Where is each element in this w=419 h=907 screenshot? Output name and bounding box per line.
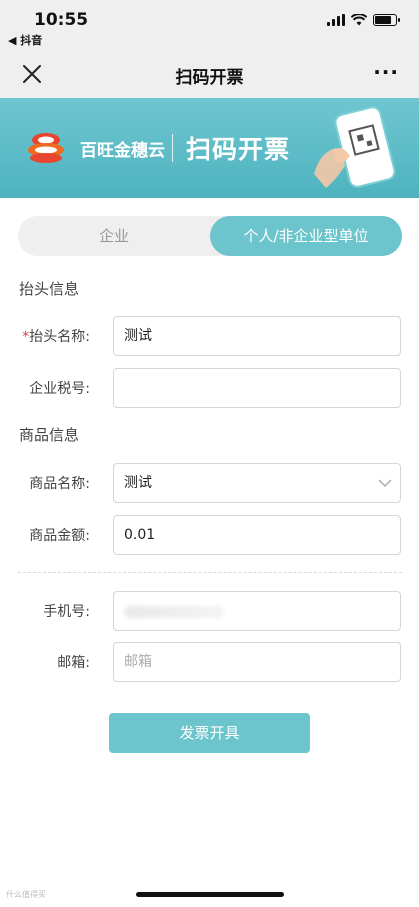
goods-name-label: 商品名称: (29, 476, 90, 492)
invoice-title-input[interactable]: 测试 (113, 316, 401, 356)
back-to-app-link[interactable]: ◀ 抖音 (8, 32, 42, 48)
invoice-type-tabs: 企业 个人/非企业型单位 (18, 216, 402, 256)
more-menu-button[interactable]: ··· (373, 60, 399, 84)
invoice-title-label: *抬头名称: (0, 326, 108, 346)
goods-amount-label: 商品金额: (29, 528, 90, 544)
banner: 百旺金穗云 扫码开票 (0, 98, 419, 198)
phone-label: 手机号: (43, 604, 90, 620)
email-input[interactable]: 邮箱 (113, 642, 401, 682)
banner-divider (172, 134, 173, 162)
phone-input[interactable] (113, 591, 401, 631)
email-label: 邮箱: (57, 655, 90, 671)
phone-scan-icon (314, 106, 396, 188)
status-bar: 10:55 ◀ 抖音 (0, 0, 419, 50)
brand-logo-icon (28, 133, 64, 163)
section-title-header-info: 抬头信息 (19, 280, 80, 298)
section-title-goods-info: 商品信息 (19, 426, 80, 444)
banner-title: 扫码开票 (186, 135, 291, 164)
phone-value-blurred (124, 606, 224, 618)
status-time: 10:55 (34, 10, 89, 30)
tab-personal[interactable]: 个人/非企业型单位 (210, 216, 402, 256)
tab-company[interactable]: 企业 (18, 216, 210, 256)
invoice-title-label-text: 抬头名称: (29, 329, 90, 345)
issue-invoice-button[interactable]: 发票开具 (109, 713, 310, 753)
signal-icon (327, 14, 345, 26)
goods-name-select[interactable]: 测试 (113, 463, 401, 503)
banner-brand: 百旺金穗云 (80, 141, 165, 161)
battery-icon (373, 14, 400, 26)
status-icons (327, 14, 400, 26)
wifi-icon (351, 14, 367, 26)
goods-amount-input[interactable]: 0.01 (113, 515, 401, 555)
goods-name-value: 测试 (124, 475, 152, 491)
home-indicator[interactable] (136, 892, 284, 897)
page-title: 扫码开票 (175, 68, 244, 88)
chevron-down-icon (378, 479, 392, 488)
tax-id-label: 企业税号: (29, 381, 90, 397)
watermark: 什么值得买 (6, 890, 46, 899)
nav-bar: 扫码开票 ··· (0, 50, 419, 98)
section-divider (18, 572, 402, 573)
tax-id-input[interactable] (113, 368, 401, 408)
